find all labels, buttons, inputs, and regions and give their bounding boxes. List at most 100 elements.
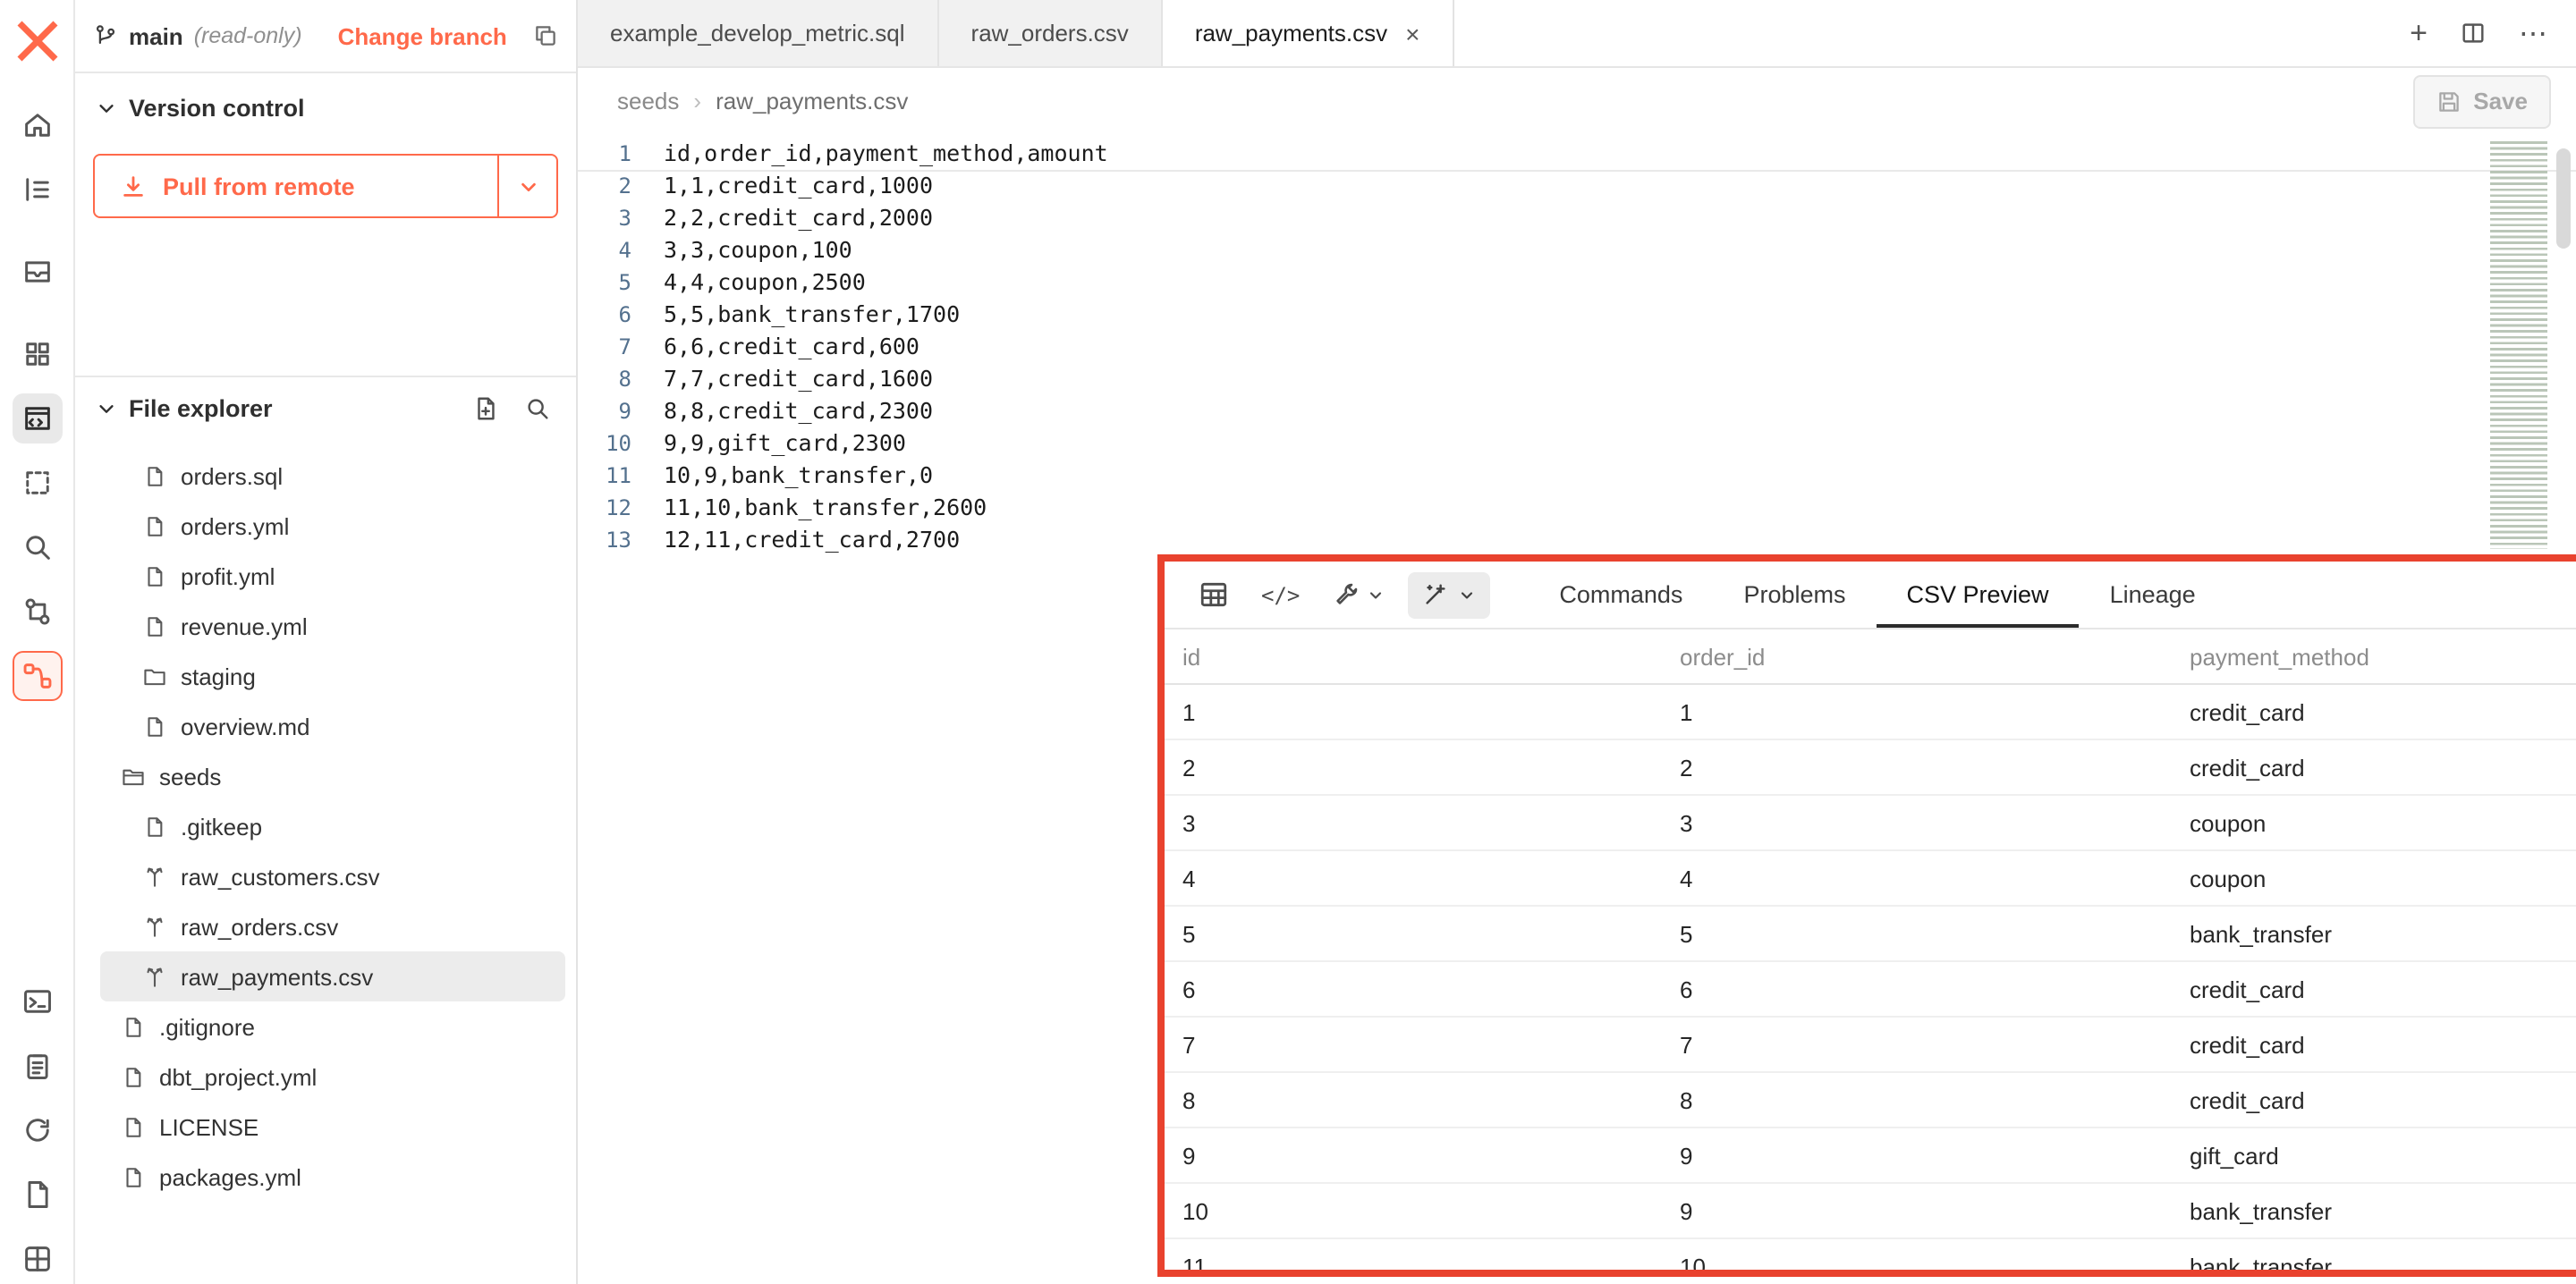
cell: 1	[1680, 698, 2190, 725]
line-number: 11	[578, 460, 664, 492]
pull-from-remote-main[interactable]: Pull from remote	[95, 156, 497, 216]
file-tree-item[interactable]: profit.yml	[75, 551, 576, 601]
cell: 3	[1680, 809, 2190, 836]
file-tree-item-selected[interactable]: raw_payments.csv	[100, 951, 565, 1001]
develop-icon[interactable]	[12, 393, 62, 443]
file-tree-item[interactable]: .gitkeep	[75, 801, 576, 851]
table-row: 7 7 credit_card 1600	[1165, 1018, 2576, 1073]
file-icon[interactable]	[12, 1170, 62, 1220]
code-editor[interactable]: 1id,order_id,payment_method,amount 21,1,…	[578, 134, 2576, 556]
pull-from-remote-button[interactable]: Pull from remote	[93, 154, 558, 218]
line-number: 9	[578, 395, 664, 427]
cell: credit_card	[2190, 698, 2576, 725]
code-text: 10,9,bank_transfer,0	[664, 460, 933, 492]
editor-minimap[interactable]	[2490, 141, 2547, 549]
pull-options-caret[interactable]	[497, 156, 556, 216]
cell: 6	[1182, 976, 1680, 1002]
version-control-header[interactable]: Version control	[75, 73, 576, 129]
csv-preview-header: id order_id payment_method amount	[1165, 629, 2576, 685]
file-tree-item[interactable]: .gitignore	[75, 1001, 576, 1052]
home-icon[interactable]	[12, 100, 62, 150]
terminal-icon[interactable]	[12, 976, 62, 1026]
dbt-logo-icon	[10, 14, 64, 68]
file-label: revenue.yml	[181, 612, 308, 639]
sync-icon[interactable]	[12, 1105, 62, 1155]
cell: bank_transfer	[2190, 1197, 2576, 1224]
frame-icon[interactable]	[12, 458, 62, 508]
editor-line: 32,2,credit_card,2000	[578, 202, 2576, 234]
line-number: 3	[578, 202, 664, 234]
version-control-space	[75, 218, 576, 376]
file-tree-item[interactable]: seeds	[75, 751, 576, 801]
file-icon	[143, 514, 166, 537]
file-tree-item[interactable]: dbt_project.yml	[75, 1052, 576, 1102]
file-explorer-header[interactable]: File explorer	[75, 377, 576, 429]
file-icon	[122, 1165, 145, 1188]
seed-file-icon	[143, 965, 166, 988]
tab-raw-orders[interactable]: raw_orders.csv	[939, 0, 1163, 66]
more-options-icon[interactable]: ⋯	[2519, 15, 2547, 51]
bottom-panel-highlighted: </> Commands Problems CSV Preview Lineag…	[1157, 554, 2576, 1277]
cell: 7	[1182, 1031, 1680, 1058]
lineage-icon[interactable]	[12, 651, 62, 701]
panel-tab-problems[interactable]: Problems	[1713, 562, 1876, 628]
panel-tab-lineage[interactable]: Lineage	[2080, 562, 2226, 628]
branch-mode: (read-only)	[194, 23, 302, 48]
add-tab-icon[interactable]: +	[2410, 18, 2428, 48]
table-row: 5 5 bank_transfer 1700	[1165, 907, 2576, 962]
new-file-icon[interactable]	[472, 395, 499, 422]
change-branch-link[interactable]: Change branch	[338, 22, 507, 49]
line-number: 4	[578, 234, 664, 266]
file-label: raw_payments.csv	[181, 963, 373, 990]
grid-icon[interactable]	[12, 329, 62, 379]
file-tree-item[interactable]: raw_orders.csv	[75, 901, 576, 951]
cell: 10	[1182, 1197, 1680, 1224]
search-code-icon[interactable]	[12, 522, 62, 572]
compare-icon[interactable]	[12, 587, 62, 637]
code-text: 2,2,credit_card,2000	[664, 202, 933, 234]
panel-tab-csv-preview[interactable]: CSV Preview	[1877, 562, 2080, 628]
cell: 8	[1680, 1086, 2190, 1113]
list-icon[interactable]	[12, 165, 62, 215]
wrench-icon[interactable]	[1316, 562, 1400, 628]
breadcrumb-row: seeds › raw_payments.csv Save	[578, 68, 2576, 134]
format-wand-button[interactable]	[1407, 571, 1489, 618]
file-icon	[143, 815, 166, 838]
panel-tab-label: Lineage	[2110, 581, 2196, 608]
clipboard-icon[interactable]	[12, 1041, 62, 1091]
chevron-down-icon	[97, 98, 116, 118]
code-icon[interactable]: </>	[1245, 562, 1316, 628]
file-tree-item[interactable]: LICENSE	[75, 1102, 576, 1152]
stack-icon[interactable]	[12, 247, 62, 297]
cell: coupon	[2190, 809, 2576, 836]
line-number: 12	[578, 492, 664, 524]
file-tree-item[interactable]: staging	[75, 651, 576, 701]
close-icon[interactable]: ×	[1405, 21, 1419, 46]
file-tree-item[interactable]: orders.yml	[75, 501, 576, 551]
file-tree-item[interactable]: packages.yml	[75, 1152, 576, 1202]
cell: 3	[1182, 809, 1680, 836]
column-header: payment_method	[2190, 643, 2576, 670]
cell: coupon	[2190, 865, 2576, 891]
tab-raw-payments[interactable]: raw_payments.csv ×	[1163, 0, 1454, 66]
cell: 9	[1680, 1142, 2190, 1169]
search-icon[interactable]	[524, 395, 551, 422]
cell: credit_card	[2190, 754, 2576, 781]
line-number: 10	[578, 427, 664, 460]
results-table-icon[interactable]	[1182, 562, 1245, 628]
table-row: 9 9 gift_card 2300	[1165, 1128, 2576, 1184]
save-button[interactable]: Save	[2412, 74, 2551, 128]
split-editor-icon[interactable]	[2460, 20, 2487, 46]
file-tree-item[interactable]: revenue.yml	[75, 601, 576, 651]
file-tree-item[interactable]: orders.sql	[75, 451, 576, 501]
copy-icon[interactable]	[533, 23, 558, 48]
file-tree-item[interactable]: overview.md	[75, 701, 576, 751]
tab-example-develop-metric[interactable]: example_develop_metric.sql	[578, 0, 939, 66]
tab-bar-actions: + ⋯	[2381, 0, 2576, 66]
apps-icon[interactable]	[12, 1234, 62, 1284]
editor-scrollbar[interactable]	[2556, 148, 2571, 249]
file-label: orders.sql	[181, 462, 283, 489]
panel-tab-commands[interactable]: Commands	[1529, 562, 1713, 628]
file-tree-item[interactable]: raw_customers.csv	[75, 851, 576, 901]
column-header: order_id	[1680, 643, 2190, 670]
